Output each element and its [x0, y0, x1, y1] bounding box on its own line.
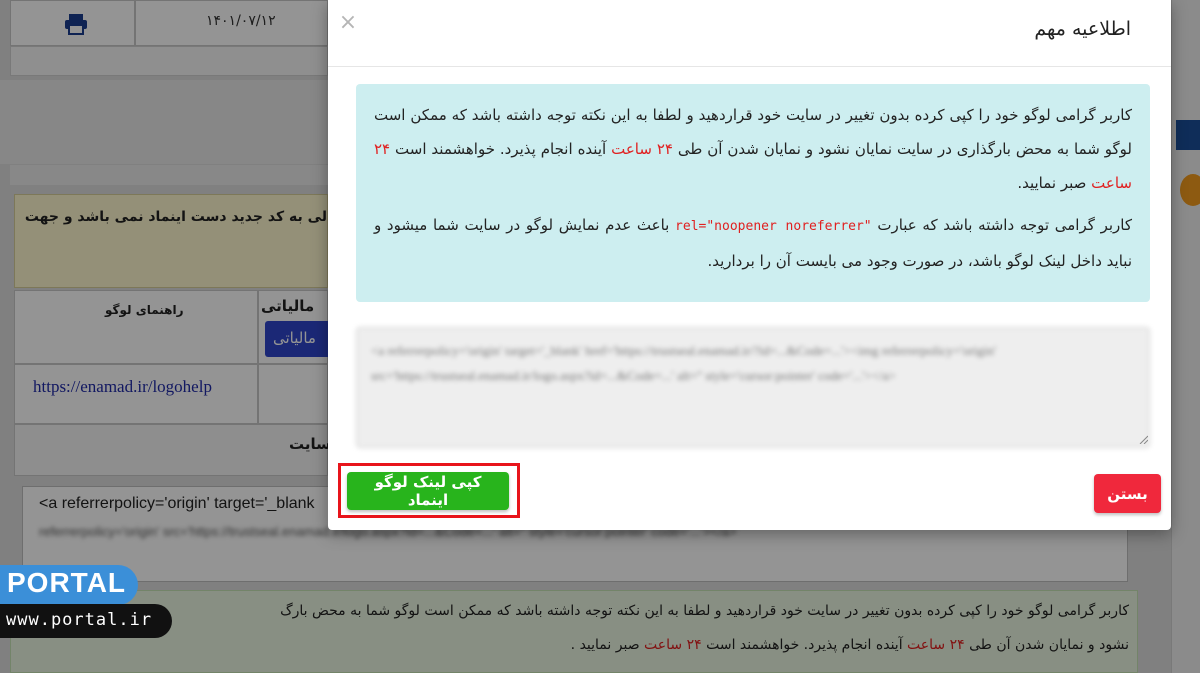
close-icon[interactable]: ×: [336, 10, 360, 35]
portal-logo: PORTAL: [0, 565, 138, 605]
copy-logo-link-button[interactable]: کپی لینک لوگو اینماد: [347, 472, 509, 510]
close-button[interactable]: بستن: [1094, 474, 1161, 513]
portal-url: www.portal.ir: [0, 604, 172, 638]
modal-title: اطلاعیه مهم: [1034, 18, 1131, 40]
notice-paragraph-1: کاربر گرامی لوگو خود را کپی کرده بدون تغ…: [374, 106, 1132, 192]
info-notice-box: کاربر گرامی لوگو خود را کپی کرده بدون تغ…: [356, 84, 1150, 302]
resize-grip-icon[interactable]: [1138, 434, 1148, 444]
modal-header: اطلاعیه مهم ×: [328, 0, 1171, 67]
notice-paragraph-2: کاربر گرامی توجه داشته باشد که عبارت rel…: [374, 216, 1132, 270]
important-notice-modal: اطلاعیه مهم × کاربر گرامی لوگو خود را کپ…: [328, 0, 1171, 530]
logo-code-textarea[interactable]: <a referrerpolicy='origin' target='_blan…: [356, 327, 1150, 448]
